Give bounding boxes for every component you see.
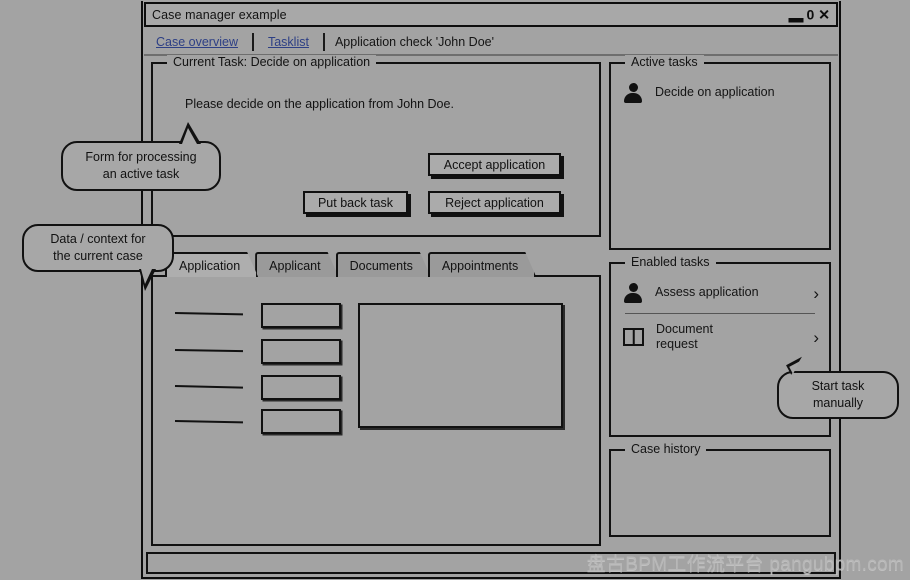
tab-applicant[interactable]: Applicant — [255, 252, 338, 277]
callout-form-for-processing: Form for processing an active task — [61, 122, 221, 191]
breadcrumb-current: Application check 'John Doe' — [334, 34, 495, 49]
active-tasks-panel: Active tasks Decide on application — [609, 55, 831, 250]
close-icon[interactable]: ✕ — [818, 8, 830, 22]
breadcrumb-link-case-overview[interactable]: Case overview — [152, 35, 242, 49]
status-bar — [146, 552, 836, 574]
screenshot-root: Case manager example ▬ 0 ✕ Case overview… — [0, 0, 910, 580]
chevron-right-icon[interactable]: › — [813, 285, 819, 302]
form-input-placeholder[interactable] — [261, 303, 341, 328]
callout-text: Data / context for the current case — [50, 232, 146, 263]
accept-application-button[interactable]: Accept application — [428, 153, 561, 176]
callout-text: Form for processing an active task — [85, 150, 197, 181]
tab-appointments[interactable]: Appointments — [428, 252, 536, 277]
callout-tail — [179, 122, 201, 144]
active-tasks-list: Decide on application — [611, 64, 829, 110]
person-icon — [623, 83, 643, 103]
form-label-placeholder — [174, 385, 244, 389]
callout-data-context: Data / context for the current case — [22, 224, 174, 291]
enabled-tasks-list: Assess application › Document request › — [611, 264, 829, 358]
callout-text: Start task manually — [811, 379, 865, 410]
form-input-placeholder[interactable] — [261, 375, 341, 400]
tabstrip: Application Applicant Documents Appointm… — [151, 251, 601, 277]
window-controls: ▬ 0 ✕ — [788, 7, 830, 26]
document-icon — [623, 328, 644, 346]
list-divider — [625, 313, 815, 314]
form-input-placeholder[interactable] — [261, 339, 341, 364]
callout-start-task-manually: Start task manually — [777, 352, 899, 419]
form-label-placeholder — [174, 312, 244, 316]
callout-tail — [139, 269, 156, 291]
current-task-description: Please decide on the application from Jo… — [185, 97, 454, 111]
breadcrumb-separator — [322, 32, 325, 51]
form-input-placeholder[interactable] — [261, 409, 341, 434]
active-task-label: Decide on application — [655, 85, 775, 100]
breadcrumb: Case overview Tasklist Application check… — [144, 29, 838, 56]
breadcrumb-separator — [251, 32, 254, 51]
enabled-task-row-assess-application[interactable]: Assess application › — [611, 276, 829, 310]
chevron-right-icon[interactable]: › — [813, 329, 819, 346]
form-textarea-placeholder[interactable] — [358, 303, 563, 428]
maximize-icon[interactable]: 0 — [806, 8, 814, 22]
case-data-tabs: Application Applicant Documents Appointm… — [151, 251, 601, 546]
active-tasks-legend: Active tasks — [625, 55, 704, 69]
person-icon — [623, 283, 643, 303]
enabled-task-row-document-request[interactable]: Document request › — [611, 316, 829, 358]
minimize-icon[interactable]: ▬ — [788, 10, 803, 25]
reject-application-button[interactable]: Reject application — [428, 191, 561, 214]
breadcrumb-link-tasklist[interactable]: Tasklist — [264, 35, 313, 49]
sidebar-column: Active tasks Decide on application Enabl… — [609, 55, 835, 546]
case-history-legend: Case history — [625, 442, 707, 456]
enabled-task-label: Assess application — [655, 285, 759, 300]
current-task-legend: Current Task: Decide on application — [167, 55, 377, 69]
window-titlebar[interactable]: Case manager example ▬ 0 ✕ — [144, 2, 838, 27]
form-label-placeholder — [174, 349, 244, 353]
window-title: Case manager example — [152, 7, 287, 22]
window-body: Current Task: Decide on application Plea… — [143, 55, 839, 546]
case-history-panel: Case history — [609, 442, 831, 537]
active-task-row-decide-on-application[interactable]: Decide on application — [611, 76, 829, 110]
application-window: Case manager example ▬ 0 ✕ Case overview… — [141, 1, 841, 579]
main-column: Current Task: Decide on application Plea… — [151, 55, 601, 546]
tab-panel-application — [151, 275, 601, 546]
enabled-task-label: Document request — [656, 321, 713, 351]
form-label-placeholder — [174, 420, 244, 424]
put-back-task-button[interactable]: Put back task — [303, 191, 408, 214]
tab-application[interactable]: Application — [165, 252, 258, 277]
enabled-tasks-legend: Enabled tasks — [625, 255, 716, 269]
tab-documents[interactable]: Documents — [336, 252, 431, 277]
